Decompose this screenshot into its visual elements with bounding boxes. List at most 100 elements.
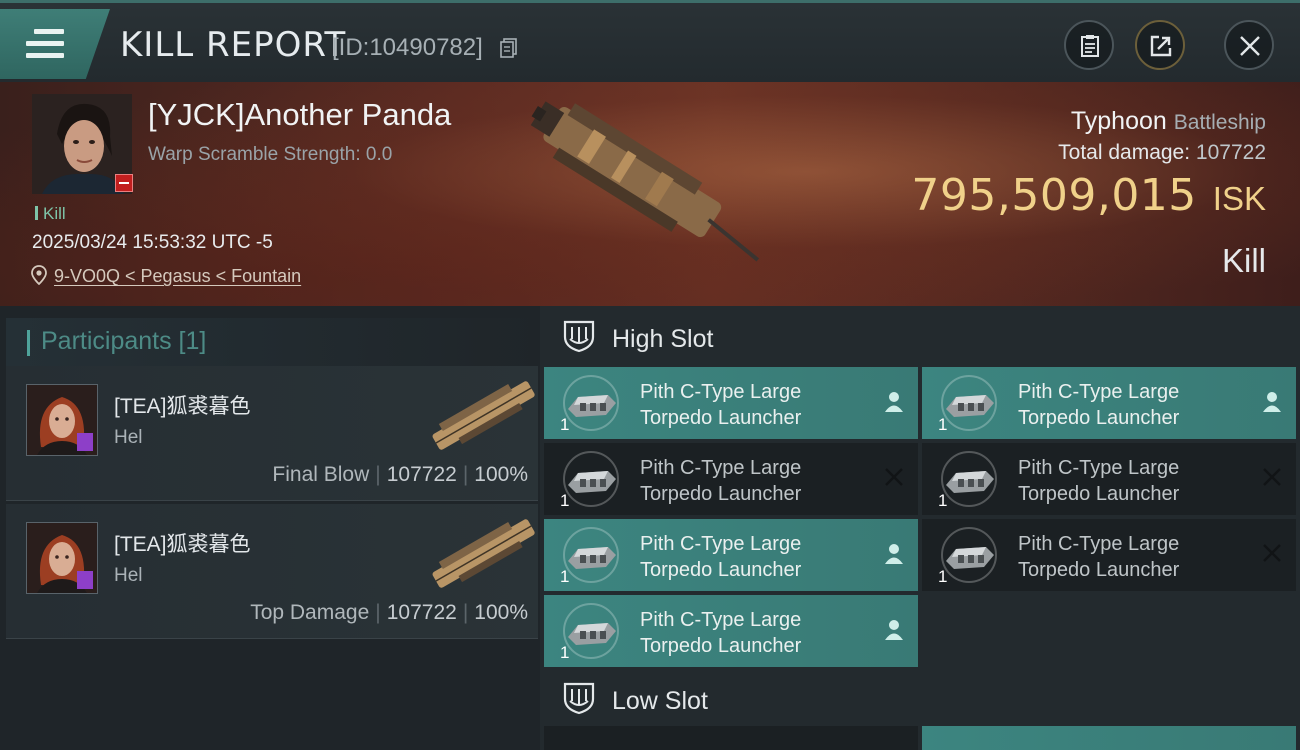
module-name-line2: Torpedo Launcher bbox=[640, 483, 802, 505]
module-slot[interactable]: 1 Pith C-Type Large Torpedo Launcher bbox=[544, 519, 918, 591]
module-name-line2: Torpedo Launcher bbox=[640, 635, 802, 657]
module-name: Pith C-Type Large Torpedo Launcher bbox=[640, 455, 870, 507]
module-name-line1: Pith C-Type Large bbox=[640, 533, 802, 555]
kill-tag: Kill bbox=[35, 204, 66, 224]
module-name: Pith C-Type Large Torpedo Launcher bbox=[640, 379, 870, 431]
victim-name[interactable]: [YJCK]Another Panda bbox=[148, 97, 451, 133]
module-slot[interactable]: 1 Pith C-Type Large Torpedo Launcher bbox=[544, 443, 918, 515]
participant-ship: Hel bbox=[114, 427, 143, 448]
module-slot-partial[interactable] bbox=[544, 726, 918, 750]
x-icon bbox=[1262, 543, 1282, 568]
total-damage-value: 107722 bbox=[1195, 141, 1266, 164]
total-damage-label: Total damage: bbox=[1058, 141, 1191, 164]
module-name-line2: Torpedo Launcher bbox=[1018, 407, 1180, 429]
loss-badge bbox=[115, 174, 133, 192]
module-name: Pith C-Type Large Torpedo Launcher bbox=[1018, 455, 1248, 507]
module-name: Pith C-Type Large Torpedo Launcher bbox=[640, 531, 870, 583]
isk-amount: 795,509,015 bbox=[911, 170, 1197, 221]
ship-class: Battleship bbox=[1173, 111, 1266, 134]
module-name-line2: Torpedo Launcher bbox=[640, 559, 802, 581]
participant-stats: Final Blow | 107722 | 100% bbox=[272, 463, 528, 486]
module-name: Pith C-Type Large Torpedo Launcher bbox=[1018, 531, 1248, 583]
corp-badge bbox=[77, 571, 93, 589]
participant-stats: Top Damage | 107722 | 100% bbox=[250, 601, 528, 624]
module-name-line1: Pith C-Type Large bbox=[1018, 457, 1180, 479]
module-name-line1: Pith C-Type Large bbox=[640, 609, 802, 631]
participant-percent: 100% bbox=[474, 601, 528, 624]
result-label: Kill bbox=[1221, 242, 1266, 279]
hamburger-icon bbox=[26, 29, 64, 65]
isk-value: 795,509,015 ISK bbox=[911, 170, 1266, 221]
map-pin-icon bbox=[31, 265, 47, 285]
module-name-line1: Pith C-Type Large bbox=[640, 457, 802, 479]
total-damage: Total damage: 107722 bbox=[1058, 141, 1266, 165]
module-slot[interactable]: 1 Pith C-Type Large Torpedo Launcher bbox=[544, 367, 918, 439]
share-icon bbox=[1150, 35, 1172, 57]
high-slot-label: High Slot bbox=[612, 325, 714, 353]
module-quantity: 1 bbox=[560, 643, 570, 662]
module-slot[interactable]: 1 Pith C-Type Large Torpedo Launcher bbox=[922, 443, 1296, 515]
participant-name[interactable]: [TEA]狐裘暮色 bbox=[114, 390, 251, 420]
top-bar: KILL REPORT [ID:10490782] bbox=[0, 0, 1300, 82]
participant-role: Final Blow bbox=[272, 463, 370, 486]
victim-banner: [YJCK]Another Panda Warp Scramble Streng… bbox=[0, 82, 1300, 306]
participant-card[interactable]: [TEA]狐裘暮色 Hel Final Blow | 107722 | 100% bbox=[6, 366, 538, 501]
participants-header: Participants [1] bbox=[6, 318, 540, 366]
module-quantity: 1 bbox=[560, 567, 570, 586]
share-button[interactable] bbox=[1135, 20, 1185, 70]
module-slot[interactable]: 1 Pith C-Type Large Torpedo Launcher bbox=[922, 519, 1296, 591]
module-quantity: 1 bbox=[560, 491, 570, 510]
corp-badge bbox=[77, 433, 93, 451]
participant-ship: Hel bbox=[114, 565, 143, 586]
module-slot-partial[interactable] bbox=[922, 726, 1296, 750]
x-icon bbox=[1262, 467, 1282, 492]
person-icon bbox=[884, 391, 904, 418]
participant-damage: 107722 bbox=[386, 601, 457, 624]
person-icon bbox=[884, 543, 904, 570]
participant-card[interactable]: [TEA]狐裘暮色 Hel Top Damage | 107722 | 100% bbox=[6, 504, 538, 639]
module-name-line1: Pith C-Type Large bbox=[640, 381, 802, 403]
module-slot[interactable]: 1 Pith C-Type Large Torpedo Launcher bbox=[922, 367, 1296, 439]
module-name-line2: Torpedo Launcher bbox=[1018, 483, 1180, 505]
module-quantity: 1 bbox=[938, 567, 948, 586]
clipboard-button[interactable] bbox=[1064, 20, 1114, 70]
low-slot-label: Low Slot bbox=[612, 687, 708, 715]
person-icon bbox=[884, 619, 904, 646]
x-icon bbox=[884, 467, 904, 492]
module-quantity: 1 bbox=[938, 415, 948, 434]
report-id: [ID:10490782] bbox=[332, 34, 483, 61]
kill-datetime: 2025/03/24 15:53:32 UTC -5 bbox=[32, 232, 273, 253]
module-name-line2: Torpedo Launcher bbox=[640, 407, 802, 429]
participant-damage: 107722 bbox=[386, 463, 457, 486]
isk-unit: ISK bbox=[1212, 180, 1266, 217]
module-name-line2: Torpedo Launcher bbox=[1018, 559, 1180, 581]
module-quantity: 1 bbox=[560, 415, 570, 434]
close-button[interactable] bbox=[1224, 20, 1274, 70]
module-slot[interactable]: 1 Pith C-Type Large Torpedo Launcher bbox=[544, 595, 918, 667]
module-name-line1: Pith C-Type Large bbox=[1018, 533, 1180, 555]
person-icon bbox=[1262, 391, 1282, 418]
menu-button[interactable] bbox=[0, 9, 110, 79]
page-title: KILL REPORT bbox=[120, 25, 347, 65]
participant-percent: 100% bbox=[474, 463, 528, 486]
module-name: Pith C-Type Large Torpedo Launcher bbox=[640, 607, 870, 659]
participant-ship-image bbox=[432, 381, 535, 450]
high-slot-header: High Slot bbox=[540, 306, 1300, 366]
low-slot-header: Low Slot bbox=[540, 668, 1300, 728]
fitting-panel: High Slot 1 Pith C-Type Large Torpedo Laun… bbox=[540, 306, 1300, 750]
scramble-strength: Warp Scramble Strength: 0.0 bbox=[148, 144, 393, 165]
victim-ship-image[interactable] bbox=[515, 100, 785, 280]
participant-name[interactable]: [TEA]狐裘暮色 bbox=[114, 528, 251, 558]
module-quantity: 1 bbox=[938, 491, 948, 510]
ship-name[interactable]: Typhoon bbox=[1071, 107, 1167, 135]
participants-panel: Participants [1] [TEA]狐裘暮色 Hel Final Blo… bbox=[0, 306, 540, 750]
copy-icon[interactable] bbox=[500, 38, 518, 58]
participant-ship-image bbox=[432, 519, 535, 588]
module-name: Pith C-Type Large Torpedo Launcher bbox=[1018, 379, 1248, 431]
shield-slot-icon bbox=[563, 682, 595, 715]
location-link[interactable]: 9-VO0Q < Pegasus < Fountain bbox=[54, 266, 301, 287]
module-name-line1: Pith C-Type Large bbox=[1018, 381, 1180, 403]
clipboard-icon bbox=[1081, 35, 1099, 57]
ship-type-line: Typhoon Battleship bbox=[1071, 107, 1266, 136]
shield-slot-icon bbox=[563, 320, 595, 353]
